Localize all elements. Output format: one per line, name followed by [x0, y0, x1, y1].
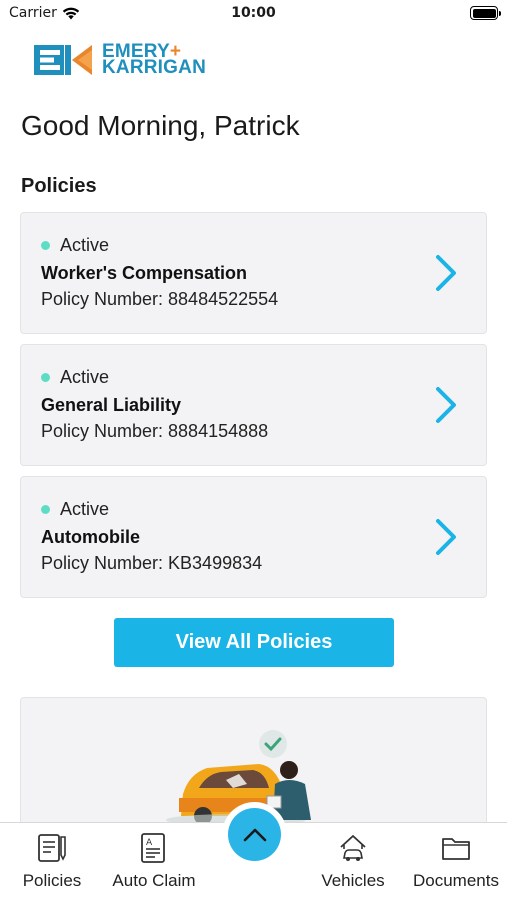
policy-name: General Liability — [41, 395, 182, 415]
folder-icon — [442, 838, 470, 860]
policy-number: Policy Number: 88484522554 — [41, 289, 279, 309]
view-all-policies-button[interactable]: View All Policies — [114, 618, 394, 667]
greeting-heading: Good Morning, Patrick — [21, 110, 300, 141]
chevron-right-icon[interactable] — [430, 517, 460, 557]
tab-vehicles[interactable]: Vehicles — [320, 831, 386, 891]
policy-status: Active — [41, 367, 109, 388]
tab-documents[interactable]: Documents — [410, 831, 502, 891]
policy-number: Policy Number: KB3499834 — [41, 553, 263, 573]
clock: 10:00 — [231, 5, 276, 21]
chevron-right-icon[interactable] — [430, 385, 460, 425]
policy-status: Active — [41, 499, 109, 520]
status-bar: Carrier 10:00 — [0, 0, 507, 30]
vehicle-home-icon — [340, 835, 366, 861]
auto-claim-icon: A — [141, 833, 165, 863]
active-status-dot-icon — [41, 373, 50, 382]
policies-document-icon — [38, 834, 66, 862]
battery-icon — [470, 6, 501, 20]
policy-card-general-liability[interactable]: Active General Liability Policy Number: … — [20, 344, 487, 466]
tab-label: Auto Claim — [112, 871, 196, 890]
expand-menu-button[interactable] — [228, 808, 281, 861]
brand-name: EMERY+ KARRIGAN — [102, 41, 206, 78]
tab-auto-claim[interactable]: A Auto Claim — [111, 831, 197, 891]
chevron-up-icon — [243, 828, 266, 841]
tab-policies[interactable]: Policies — [22, 831, 82, 891]
policy-card-automobile[interactable]: Active Automobile Policy Number: KB34998… — [20, 476, 487, 598]
policy-name: Worker's Compensation — [41, 263, 247, 283]
policy-status: Active — [41, 235, 109, 256]
ek-logo-mark-icon — [34, 45, 92, 75]
chevron-right-icon[interactable] — [430, 253, 460, 293]
tab-label: Documents — [413, 871, 499, 890]
tab-label: Policies — [22, 871, 82, 890]
policy-card-workers-compensation[interactable]: Active Worker's Compensation Policy Numb… — [20, 212, 487, 334]
policy-number: Policy Number: 8884154888 — [41, 421, 269, 441]
tab-label: Vehicles — [321, 871, 385, 890]
policy-name: Automobile — [41, 527, 140, 547]
active-status-dot-icon — [41, 505, 50, 514]
brand-logo: EMERY+ KARRIGAN — [34, 41, 206, 78]
active-status-dot-icon — [41, 241, 50, 250]
svg-text:A: A — [146, 838, 153, 848]
policies-section-title: Policies — [21, 175, 97, 197]
